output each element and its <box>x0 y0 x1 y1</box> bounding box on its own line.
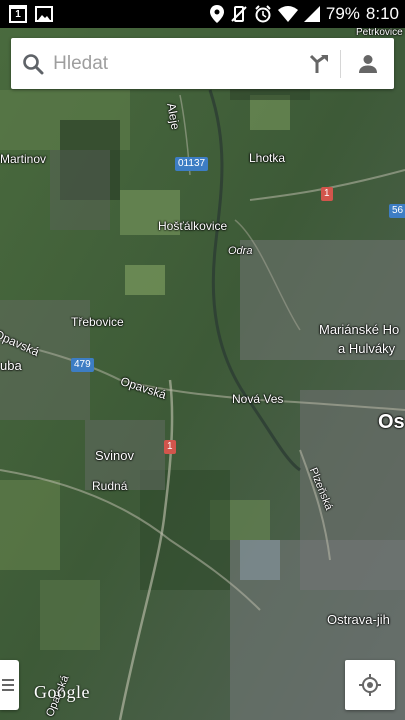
map-label-lhotka: Lhotka <box>249 151 286 165</box>
map-label-nova-ves: Nová Ves <box>232 392 284 406</box>
image-icon <box>35 6 53 22</box>
person-icon <box>358 54 377 73</box>
menu-icon <box>2 679 14 691</box>
google-logo: Google <box>34 682 90 702</box>
map-label-uba: uba <box>0 358 22 373</box>
map-label-marianske-hory-1: Mariánské Ho <box>319 322 400 337</box>
calendar-icon: 1 <box>9 5 27 23</box>
map-label-marianske-hory-2: a Hulváky <box>338 341 396 356</box>
map-label-ostrava: Os <box>378 411 405 433</box>
account-button[interactable] <box>341 38 394 89</box>
map-label-trebovice: Třebovice <box>71 315 124 329</box>
clock: 8:10 <box>365 4 399 23</box>
side-menu-button[interactable] <box>0 660 19 710</box>
map-label-hostalkovice: Hošťálkovice <box>158 219 228 233</box>
road-shield-1-mid: 1 <box>164 440 176 454</box>
status-bar: 1 79% 8:10 <box>0 0 405 28</box>
wifi-icon <box>277 6 298 22</box>
map-label-ostrava-jih: Ostrava-jih <box>327 612 390 627</box>
road-shield-1-top: 1 <box>321 187 333 201</box>
map-label-svinov: Svinov <box>95 448 135 463</box>
signal-icon <box>303 6 320 22</box>
location-pin-icon <box>209 5 224 23</box>
alarm-icon <box>254 5 272 23</box>
search-input[interactable] <box>53 43 299 84</box>
battery-percent: 79% <box>325 4 360 23</box>
road-shield-479: 479 <box>71 358 94 372</box>
road-shield-01137: 01137 <box>175 157 209 171</box>
map-label-martinov: Martinov <box>0 152 47 166</box>
my-location-icon <box>359 674 381 696</box>
search-bar <box>11 38 394 89</box>
directions-icon <box>310 54 329 73</box>
directions-button[interactable] <box>298 38 340 89</box>
my-location-button[interactable] <box>345 660 395 710</box>
map-view[interactable]: Petrkovice Aleje Martinov Lhotka Hošťálk… <box>0 0 405 720</box>
map-label-rudna: Rudná <box>92 479 128 493</box>
map-label-petrkovice: Petrkovice <box>356 27 403 38</box>
map-label-odra-river: Odra <box>228 245 253 257</box>
vibrate-off-icon <box>230 5 248 23</box>
search-icon[interactable] <box>13 38 53 89</box>
road-shield-56: 56 <box>389 204 405 218</box>
